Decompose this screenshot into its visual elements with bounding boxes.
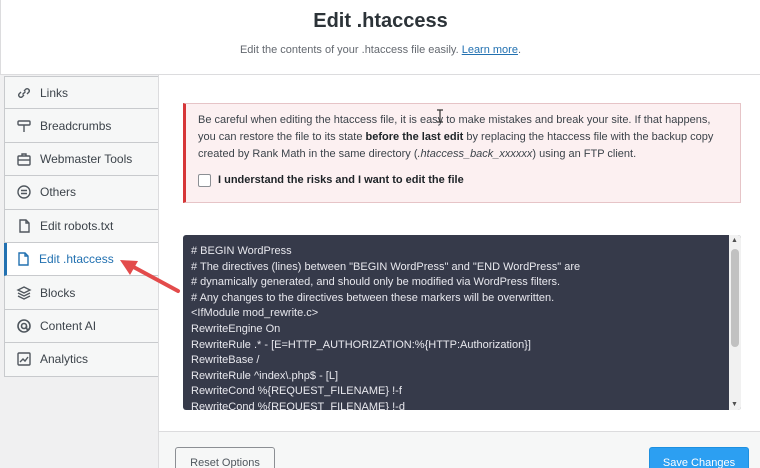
warning-notice: Be careful when editing the htaccess fil… <box>183 103 741 203</box>
sidebar-item-label: Others <box>40 185 77 200</box>
others-icon <box>15 183 33 201</box>
text-cursor-icon <box>437 109 443 123</box>
annotation-arrow-icon <box>120 260 180 293</box>
links-icon <box>15 84 33 102</box>
blocks-icon <box>15 284 33 302</box>
scroll-up-icon[interactable]: ▲ <box>731 237 738 244</box>
main-panel: Be careful when editing the htaccess fil… <box>158 75 760 468</box>
sidebar-item-label: Content AI <box>40 318 97 333</box>
risk-checkbox-row[interactable]: I understand the risks and I want to edi… <box>198 172 730 189</box>
scrollbar-thumb[interactable] <box>731 249 739 347</box>
code-line[interactable]: # BEGIN WordPress <box>191 244 733 260</box>
code-line[interactable]: RewriteRule .* - [E=HTTP_AUTHORIZATION:%… <box>191 338 733 354</box>
sidebar: Links Breadcrumbs Webmaster Tools Others… <box>4 76 159 377</box>
webmaster-tools-icon <box>15 150 33 168</box>
htaccess-editor[interactable]: # BEGIN WordPress # The directives (lines… <box>183 235 741 410</box>
content-ai-icon <box>15 317 33 335</box>
sidebar-item-edit-robots[interactable]: Edit robots.txt <box>4 209 159 243</box>
risk-checkbox[interactable] <box>198 174 211 187</box>
scroll-down-icon[interactable]: ▼ <box>731 401 738 408</box>
footer-bar: Reset Options Save Changes <box>159 431 760 468</box>
sidebar-item-label: Links <box>40 85 69 100</box>
code-line[interactable]: RewriteCond %{REQUEST_FILENAME} !-f <box>191 384 733 400</box>
sidebar-item-label: Breadcrumbs <box>40 118 112 133</box>
code-line[interactable]: # dynamically generated, and should only… <box>191 275 733 291</box>
sidebar-item-webmaster-tools[interactable]: Webmaster Tools <box>4 142 159 177</box>
sidebar-item-analytics[interactable]: Analytics <box>4 343 159 377</box>
save-changes-button[interactable]: Save Changes <box>649 447 749 468</box>
subtitle-text: Edit the contents of your .htaccess file… <box>239 44 459 56</box>
code-line[interactable]: # Any changes to the directives between … <box>191 291 733 307</box>
page-subtitle: Edit the contents of your .htaccess file… <box>1 44 760 56</box>
code-line[interactable]: RewriteRule ^index\.php$ - [L] <box>191 369 733 385</box>
sidebar-item-links[interactable]: Links <box>4 76 159 110</box>
notice-text: Be careful when editing the htaccess fil… <box>198 112 730 163</box>
learn-more-link[interactable]: Learn more <box>462 44 518 56</box>
code-line[interactable]: RewriteCond %{REQUEST_FILENAME} !-d <box>191 400 733 410</box>
sidebar-item-label: Webmaster Tools <box>40 151 133 166</box>
code-line[interactable]: RewriteBase / <box>191 353 733 369</box>
code-line[interactable]: RewriteEngine On <box>191 322 733 338</box>
sidebar-item-content-ai[interactable]: Content AI <box>4 309 159 344</box>
notice-filename: .htaccess_back_xxxxxx <box>417 148 533 160</box>
editor-scrollbar[interactable]: ▲ ▼ <box>729 235 741 410</box>
page-title: Edit .htaccess <box>313 10 448 32</box>
sidebar-item-others[interactable]: Others <box>4 176 159 210</box>
notice-bold-text: before the last edit <box>365 131 464 143</box>
htaccess-code[interactable]: # BEGIN WordPress # The directives (lines… <box>183 235 741 410</box>
file-icon <box>14 250 32 268</box>
sidebar-item-label: Edit robots.txt <box>40 218 114 233</box>
breadcrumbs-icon <box>15 117 33 135</box>
risk-checkbox-label[interactable]: I understand the risks and I want to edi… <box>218 172 464 189</box>
sidebar-item-label: Blocks <box>40 285 76 300</box>
subtitle-period: . <box>517 44 522 56</box>
code-line[interactable]: <IfModule mod_rewrite.c> <box>191 306 733 322</box>
file-icon <box>15 217 33 235</box>
page-header: Edit .htaccess Edit the contents of your… <box>0 0 760 75</box>
sidebar-item-label: Edit .htaccess <box>39 252 114 267</box>
sidebar-item-label: Analytics <box>40 352 89 367</box>
reset-options-button[interactable]: Reset Options <box>175 447 275 468</box>
analytics-icon <box>15 350 33 368</box>
code-line[interactable]: # The directives (lines) between "BEGIN … <box>191 260 733 276</box>
notice-text-part: ) using an FTP client. <box>532 148 637 160</box>
sidebar-item-breadcrumbs[interactable]: Breadcrumbs <box>4 109 159 143</box>
